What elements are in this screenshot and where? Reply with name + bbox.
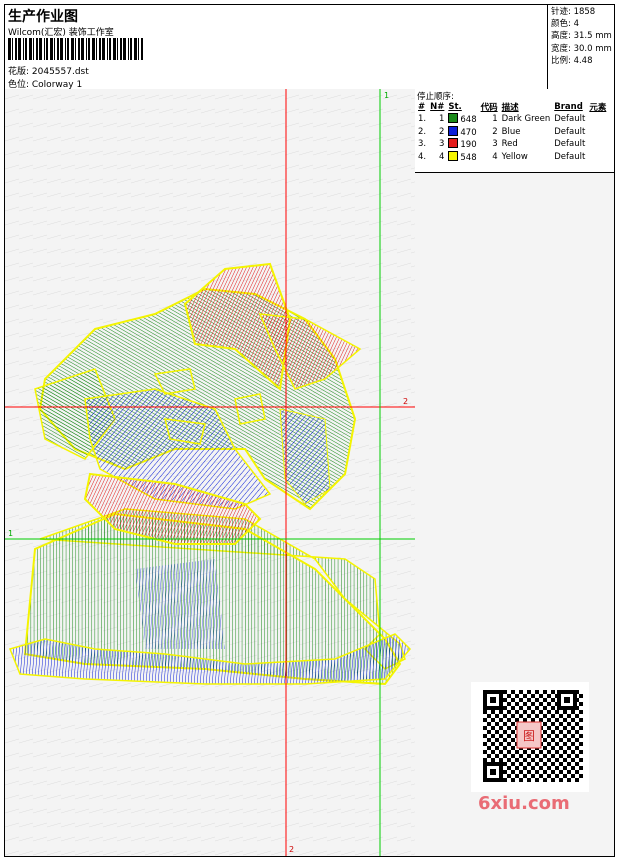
watermark-logo: 6xiu.com xyxy=(478,793,570,814)
row-stitches: 470 xyxy=(446,125,478,139)
axis-label-bottom: 2 xyxy=(289,845,295,854)
stat-width: 宽度: 30.0 mm xyxy=(551,43,612,54)
table-row: 4. 4 548 4 Yellow Default xyxy=(416,150,608,164)
color-swatch xyxy=(448,150,459,161)
col-stitches: St. xyxy=(448,102,462,112)
row-code: 3 xyxy=(492,139,498,150)
stat-stitches: 针迹: 1858 xyxy=(551,7,596,17)
row-code: 4 xyxy=(492,151,498,162)
row-index: 1. xyxy=(418,114,427,125)
table-header-row: # N# St. 代码 描述 Brand 元素 xyxy=(416,101,608,113)
row-stitch-count: 190 xyxy=(460,140,477,151)
row-brand: Default xyxy=(554,151,586,162)
col-brand: Brand xyxy=(554,102,583,112)
row-index: 2. xyxy=(418,126,427,137)
col-element: 元素 xyxy=(589,103,607,113)
row-description: Yellow xyxy=(501,151,528,162)
row-needle: 4 xyxy=(438,151,445,162)
color-swatch xyxy=(448,138,459,149)
col-needle: N# xyxy=(430,102,445,112)
row-index: 4. xyxy=(418,151,427,162)
axis-label-mid: 2 xyxy=(403,397,409,406)
embroidery-design xyxy=(5,89,415,856)
stop-sequence-table: # N# St. 代码 描述 Brand 元素 1. 1 648 1 Dark Gree… xyxy=(416,101,608,163)
color-swatch xyxy=(448,125,459,136)
row-brand: Default xyxy=(554,126,586,137)
pattern-file: 花版: 2045557.dst xyxy=(8,67,89,77)
row-needle: 3 xyxy=(438,139,445,150)
software-subtitle: Wilcom(汇宏) 装饰工作室 xyxy=(8,28,114,38)
color-swatch xyxy=(448,113,459,124)
qr-code: 图 xyxy=(471,682,589,792)
axis-label-top: 1 xyxy=(384,91,390,100)
page-title: 生产作业图 xyxy=(8,9,78,25)
row-element xyxy=(587,126,608,139)
row-stitch-count: 648 xyxy=(460,115,477,126)
row-element xyxy=(587,151,608,164)
stop-sequence-panel: 停止顺序: # N# St. 代码 描述 Brand 元素 1. 1 648 1 Dar… xyxy=(415,89,614,173)
stat-height: 高度: 31.5 mm xyxy=(551,31,612,42)
row-description: Blue xyxy=(501,126,521,137)
row-stitch-count: 470 xyxy=(460,127,477,138)
table-row: 2. 2 470 2 Blue Default xyxy=(416,125,608,139)
col-code: 代码 xyxy=(480,103,498,113)
table-row: 3. 3 190 3 Red Default xyxy=(416,138,608,151)
row-needle: 2 xyxy=(438,126,445,137)
header: 生产作业图 Wilcom(汇宏) 装饰工作室 花版: 2045557.dst 色… xyxy=(5,5,614,90)
row-stitch-count: 548 xyxy=(460,152,477,163)
row-stitches: 190 xyxy=(446,138,478,151)
row-brand: Default xyxy=(554,114,586,125)
stat-colors: 颜色: 4 xyxy=(551,19,579,30)
row-stitches: 548 xyxy=(446,150,478,164)
table-row: 1. 1 648 1 Dark Green Default xyxy=(416,113,608,126)
row-needle: 1 xyxy=(438,114,445,125)
row-description: Red xyxy=(501,139,518,150)
row-description: Dark Green xyxy=(501,114,551,125)
row-stitches: 648 xyxy=(446,113,478,126)
row-element xyxy=(587,113,608,126)
row-code: 1 xyxy=(492,114,498,125)
barcode xyxy=(8,38,143,60)
stats-box: 针迹: 1858 颜色: 4 高度: 31.5 mm 宽度: 30.0 mm 比… xyxy=(547,5,614,89)
axis-label-left: 1 xyxy=(8,529,14,538)
stitch-preview: 1 2 1 2 xyxy=(5,89,416,856)
production-worksheet: 生产作业图 Wilcom(汇宏) 装饰工作室 花版: 2045557.dst 色… xyxy=(4,4,615,857)
row-brand: Default xyxy=(554,139,586,150)
col-description: 描述 xyxy=(501,103,519,113)
qr-stamp-text: 图 xyxy=(523,729,535,743)
row-index: 3. xyxy=(418,139,427,150)
col-index: # xyxy=(418,102,426,112)
row-element xyxy=(587,138,608,151)
header-info: 生产作业图 Wilcom(汇宏) 装饰工作室 花版: 2045557.dst 色… xyxy=(5,5,547,90)
stat-ratio: 比例: 4.48 xyxy=(551,55,593,66)
row-code: 2 xyxy=(492,126,498,137)
